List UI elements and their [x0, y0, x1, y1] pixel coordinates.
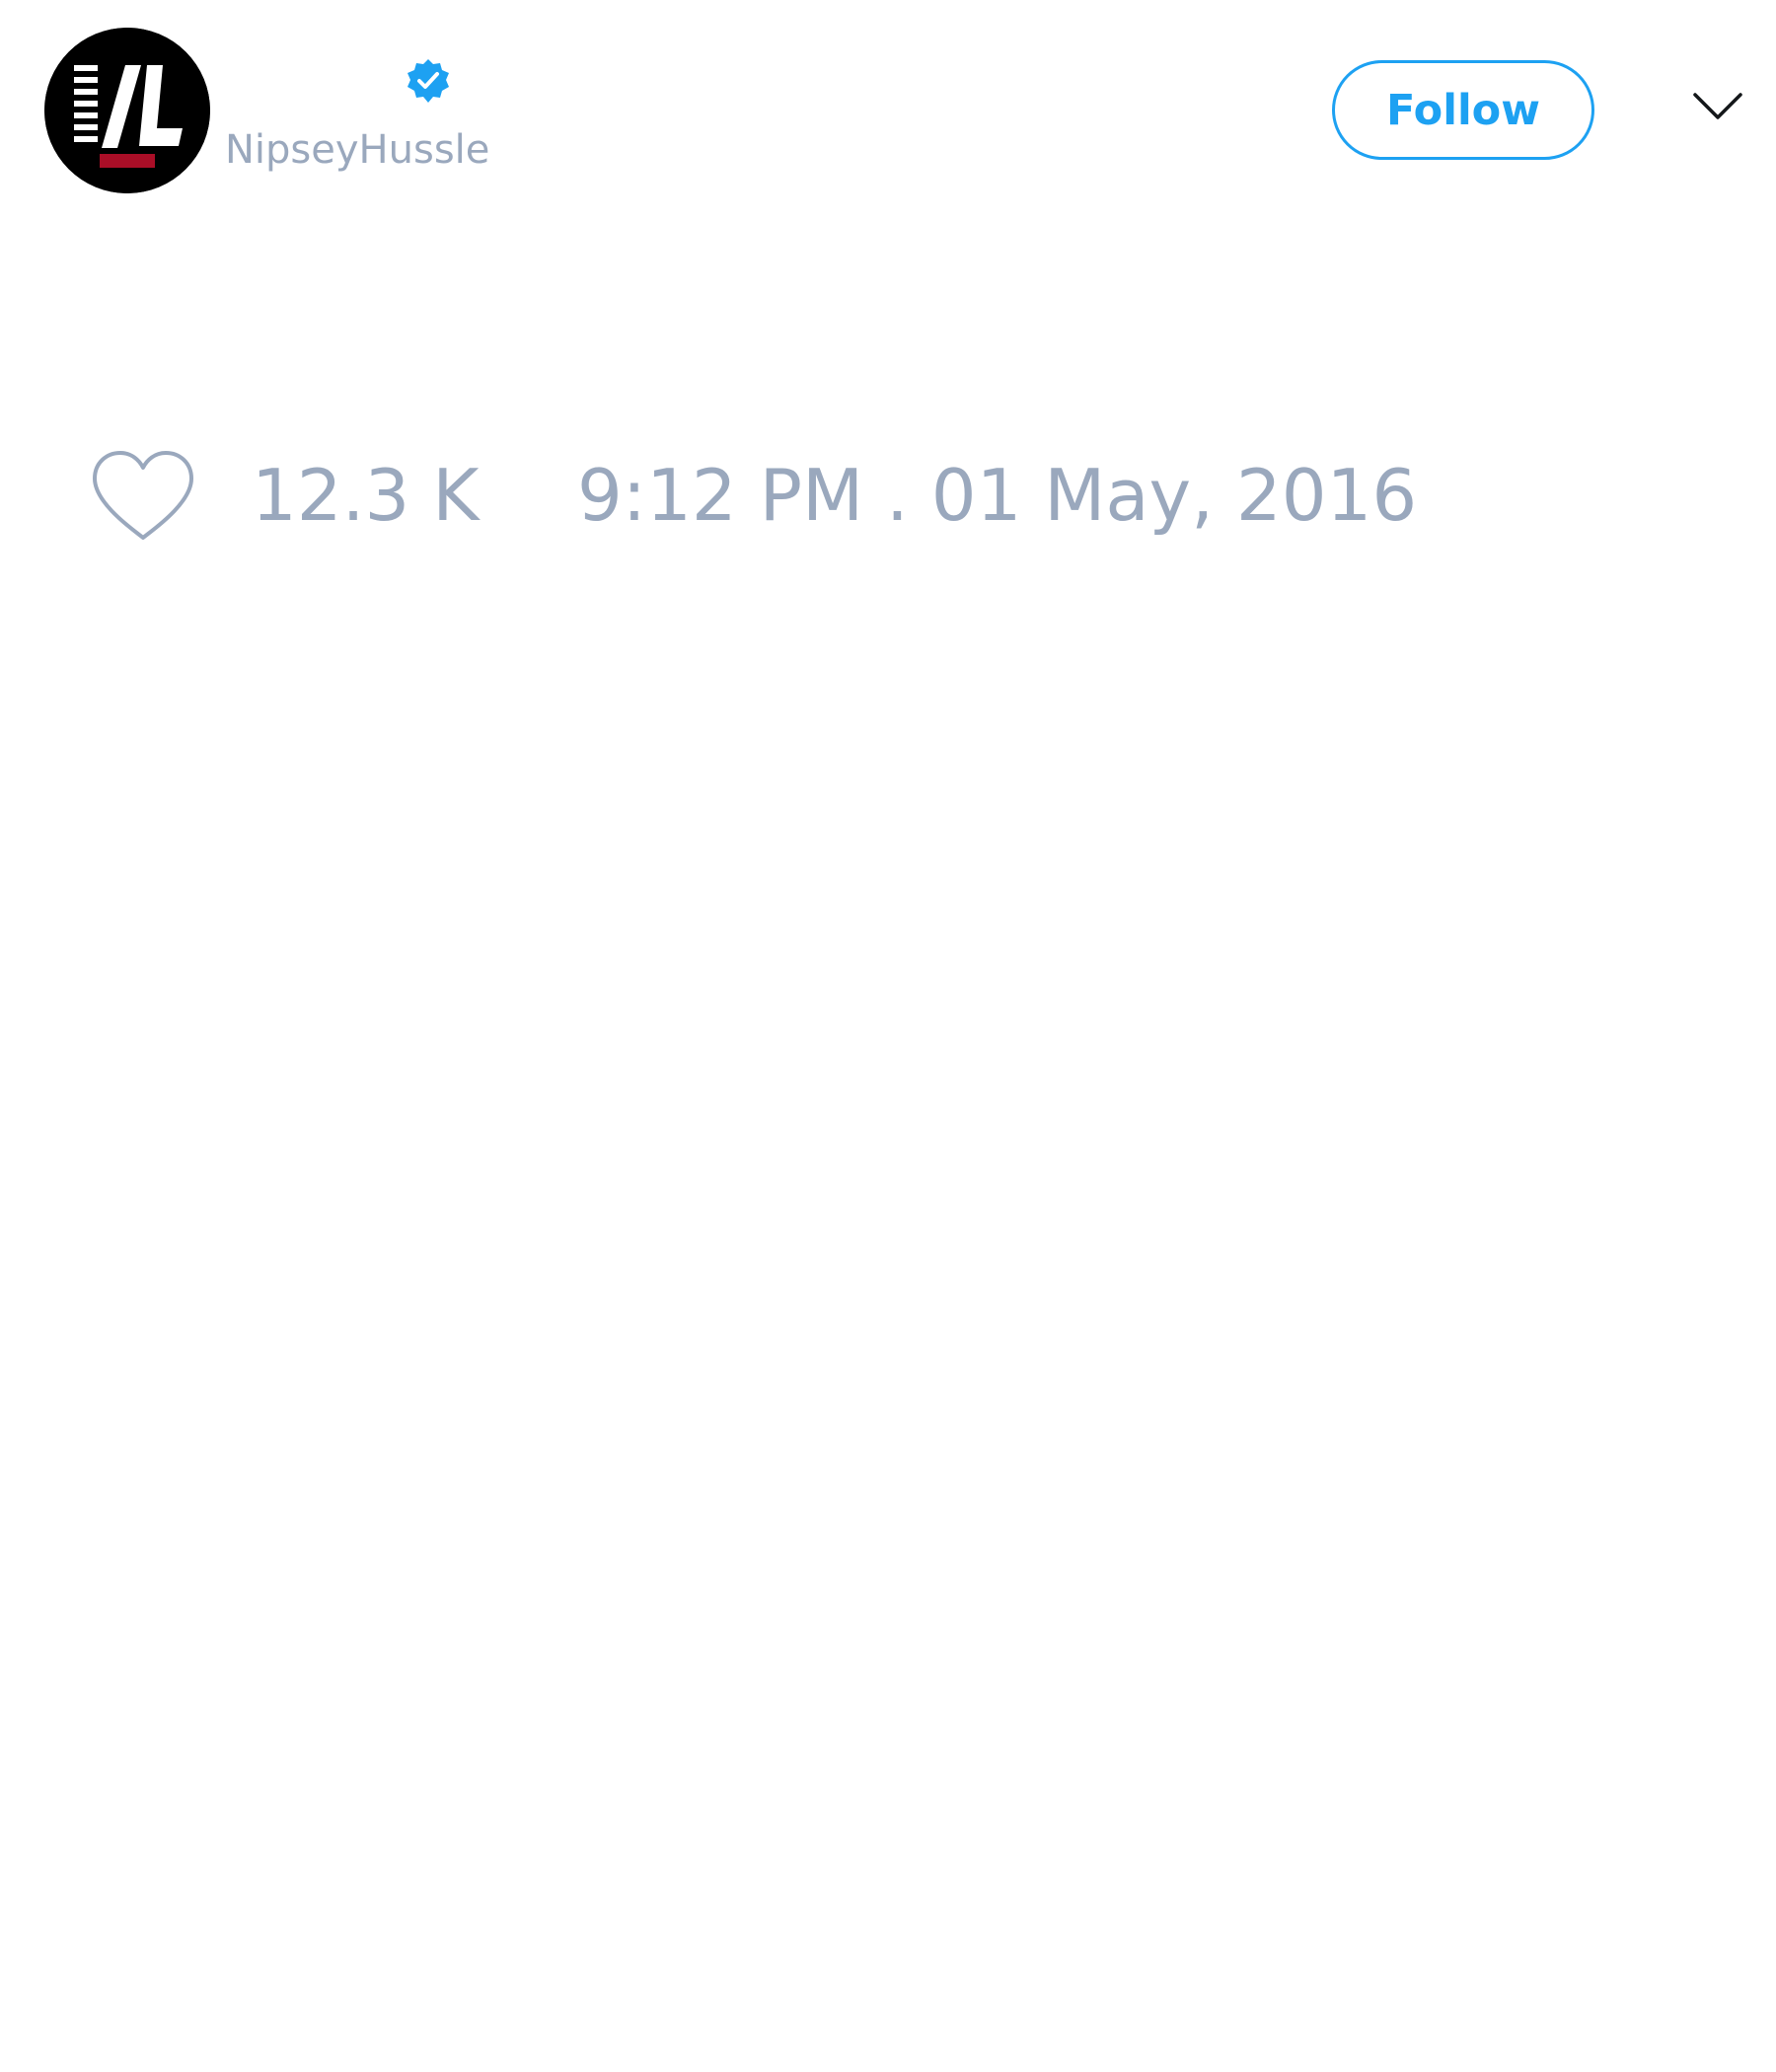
author-avatar[interactable] [44, 28, 210, 193]
verified-badge-icon [405, 57, 452, 105]
avatar-logo-icon [44, 28, 210, 193]
tweet-card: NipseyHussle Follow 12.3 K 9:12 PM . 01 … [0, 0, 1776, 2072]
heart-icon[interactable] [89, 449, 197, 544]
chevron-down-icon[interactable] [1692, 91, 1743, 122]
follow-button[interactable]: Follow [1332, 60, 1594, 160]
author-handle[interactable]: NipseyHussle [225, 126, 489, 174]
tweet-timestamp[interactable]: 9:12 PM . 01 May, 2016 [577, 456, 1417, 535]
like-count: 12.3 K [252, 454, 480, 537]
